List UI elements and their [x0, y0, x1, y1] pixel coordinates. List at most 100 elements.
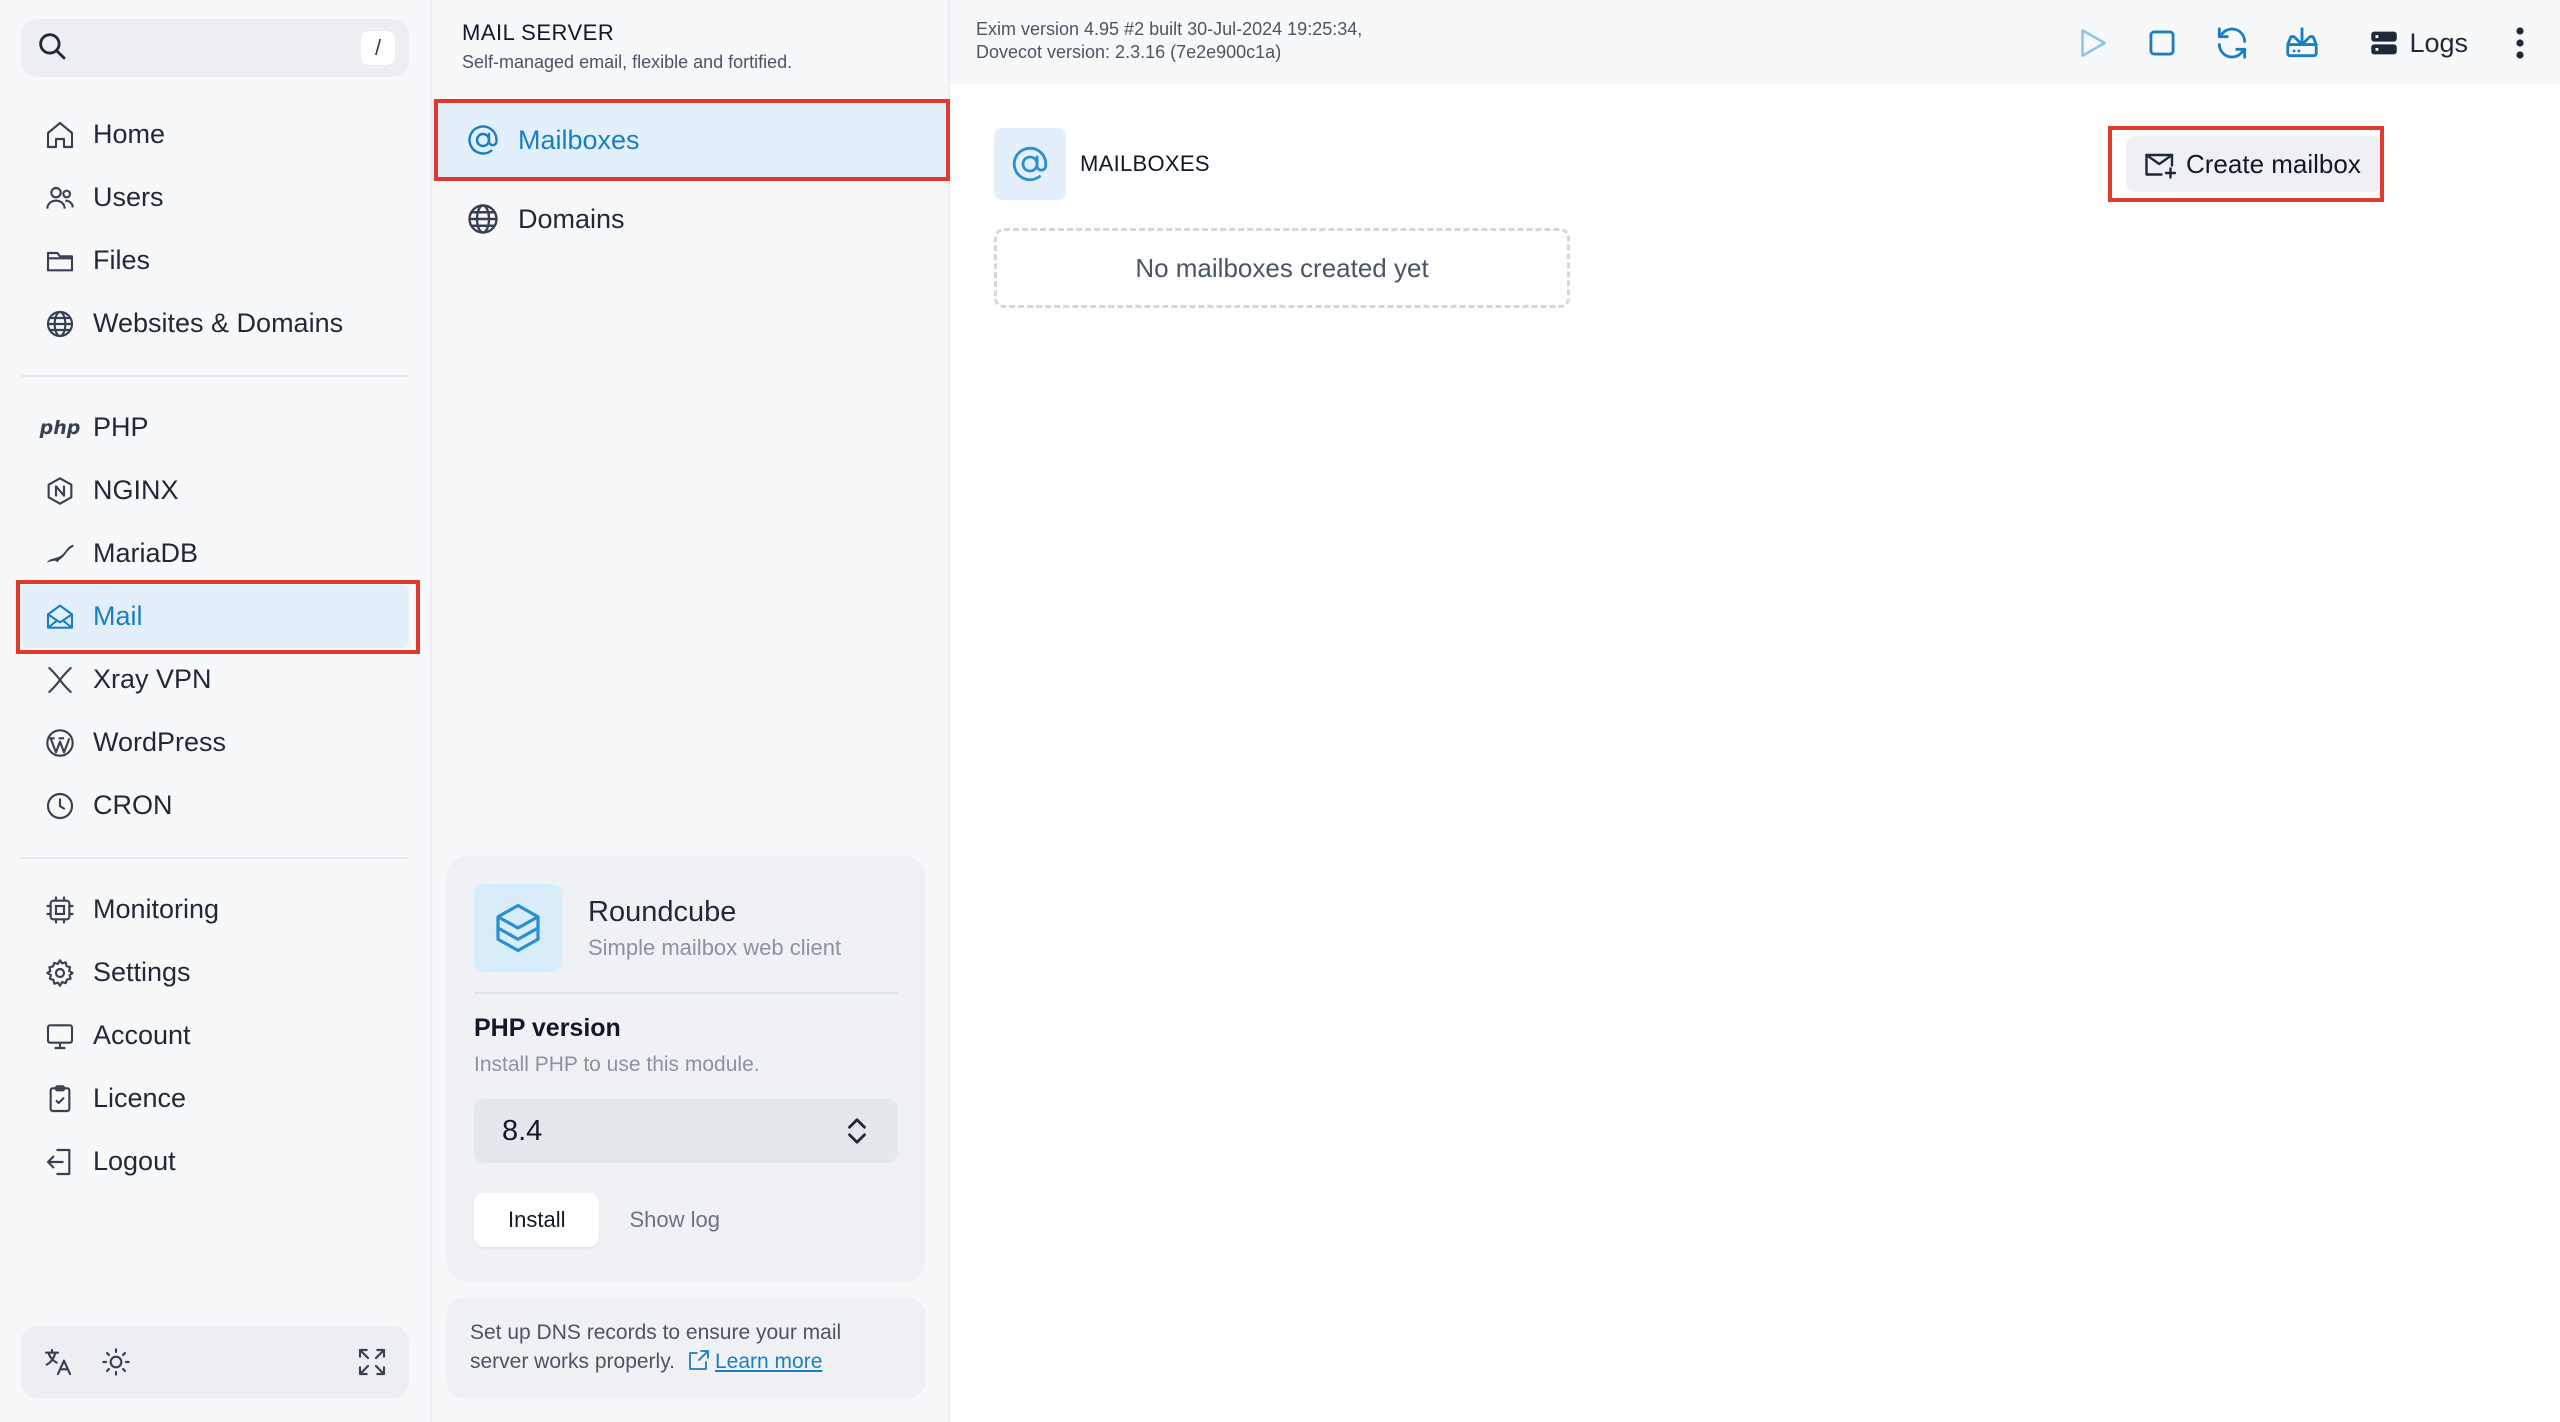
- tab-label: Domains: [518, 203, 625, 234]
- mariadb-icon: [43, 537, 77, 571]
- at-sign-icon: [994, 128, 1066, 200]
- sidebar-item-cron[interactable]: CRON: [21, 774, 409, 837]
- create-mailbox-label: Create mailbox: [2186, 148, 2361, 179]
- sidebar-item-monitoring[interactable]: Monitoring: [21, 878, 409, 941]
- chevron-updown-icon: [848, 1118, 866, 1144]
- top-bar: Exim version 4.95 #2 built 30-Jul-2024 1…: [950, 0, 2560, 84]
- sidebar-item-label: Xray VPN: [93, 664, 212, 694]
- xray-icon: [43, 663, 77, 697]
- php-version-title: PHP version: [474, 1014, 621, 1042]
- sidebar-item-nginx[interactable]: NGINX: [21, 459, 409, 522]
- sidebar-item-wordpress[interactable]: WordPress: [21, 711, 409, 774]
- tab-domains[interactable]: Domains: [432, 180, 948, 258]
- cpu-icon: [43, 893, 77, 927]
- main-content: Exim version 4.95 #2 built 30-Jul-2024 1…: [950, 0, 2560, 1422]
- nav-group-system: Monitoring Settings Account Licence Logo…: [21, 878, 409, 1193]
- gear-icon: [43, 956, 77, 990]
- globe-icon: [43, 307, 77, 341]
- logs-button[interactable]: Logs: [2367, 26, 2468, 60]
- sidebar-item-label: PHP: [93, 412, 149, 442]
- globe-icon: [464, 200, 502, 238]
- sidebar-item-users[interactable]: Users: [21, 166, 409, 229]
- dovecot-version: Dovecot version: 2.3.16 (7e2e900c1a): [976, 42, 1282, 62]
- search-icon: [35, 29, 69, 68]
- sidebar-item-label: Settings: [93, 957, 191, 987]
- sidebar-item-label: Account: [93, 1020, 191, 1050]
- logs-icon: [2371, 31, 2398, 55]
- sidebar-divider: [21, 857, 409, 859]
- sidebar-item-settings[interactable]: Settings: [21, 941, 409, 1004]
- sidebar-item-label: Files: [93, 245, 151, 275]
- top-bar-actions: Logs: [2045, 20, 2530, 66]
- search-bar[interactable]: /: [21, 19, 409, 77]
- sidebar-item-php[interactable]: php PHP: [21, 396, 409, 459]
- sidebar-item-label: Monitoring: [93, 894, 220, 924]
- exim-version: Exim version 4.95 #2 built 30-Jul-2024 1…: [976, 19, 1363, 39]
- sidebar-divider: [21, 375, 409, 377]
- mail-server-header: MAIL SERVER Self-managed email, flexible…: [462, 20, 792, 73]
- learn-more-link[interactable]: Learn more: [715, 1350, 822, 1373]
- sidebar: / Home Users Files Websites & Domains ph…: [0, 0, 432, 1422]
- mail-server-panel: MAIL SERVER Self-managed email, flexible…: [432, 0, 950, 1422]
- more-menu-icon[interactable]: [2510, 23, 2530, 63]
- restart-icon[interactable]: [2209, 20, 2255, 66]
- sidebar-item-label: Logout: [93, 1146, 176, 1176]
- sidebar-footer: [21, 1326, 409, 1398]
- roundcube-header: Roundcube Simple mailbox web client: [474, 884, 898, 994]
- empty-state: No mailboxes created yet: [994, 228, 1570, 308]
- roundcube-logo-icon: [474, 884, 562, 972]
- fullscreen-icon[interactable]: [353, 1343, 391, 1381]
- sidebar-item-label: NGINX: [93, 475, 179, 505]
- tab-mailboxes[interactable]: Mailboxes: [432, 101, 948, 179]
- home-icon: [43, 118, 77, 152]
- sidebar-item-xray-vpn[interactable]: Xray VPN: [21, 648, 409, 711]
- sidebar-item-label: Home: [93, 119, 166, 149]
- sidebar-item-licence[interactable]: Licence: [21, 1067, 409, 1130]
- sidebar-item-label: WordPress: [93, 727, 227, 757]
- show-log-button[interactable]: Show log: [629, 1207, 720, 1233]
- roundcube-actions: Install Show log: [474, 1193, 898, 1247]
- roundcube-description: Simple mailbox web client: [588, 934, 842, 960]
- clock-icon: [43, 789, 77, 823]
- app-root: / Home Users Files Websites & Domains ph…: [0, 0, 2560, 1422]
- php-version-value: 8.4: [502, 1114, 543, 1147]
- php-version-note: Install PHP to use this module.: [474, 1053, 760, 1076]
- mail-icon: [43, 600, 77, 634]
- create-mailbox-button[interactable]: Create mailbox: [2126, 136, 2382, 192]
- sidebar-item-account[interactable]: Account: [21, 1004, 409, 1067]
- nav-group-services: php PHP NGINX MariaDB Mail Xray VPN Word…: [21, 396, 409, 880]
- php-version-select[interactable]: 8.4: [474, 1099, 898, 1163]
- theme-sun-icon[interactable]: [97, 1343, 135, 1381]
- install-button[interactable]: Install: [474, 1193, 600, 1247]
- wordpress-icon: [43, 726, 77, 760]
- sidebar-item-label: MariaDB: [93, 538, 199, 568]
- php-icon: php: [39, 416, 81, 439]
- users-icon: [43, 181, 77, 215]
- download-icon[interactable]: [2279, 20, 2325, 66]
- sidebar-item-label: Users: [93, 182, 164, 212]
- clipboard-icon: [43, 1082, 77, 1116]
- sidebar-item-mariadb[interactable]: MariaDB: [21, 522, 409, 585]
- sidebar-item-home[interactable]: Home: [21, 103, 409, 166]
- translate-icon[interactable]: [39, 1343, 77, 1381]
- sidebar-item-mail[interactable]: Mail: [21, 585, 409, 648]
- sidebar-item-files[interactable]: Files: [21, 229, 409, 292]
- mail-plus-icon: [2145, 153, 2177, 179]
- mail-server-subtitle: Self-managed email, flexible and fortifi…: [462, 52, 793, 72]
- stop-icon[interactable]: [2139, 20, 2185, 66]
- play-icon[interactable]: [2069, 20, 2115, 66]
- roundcube-card: Roundcube Simple mailbox web client PHP …: [446, 856, 926, 1282]
- mailboxes-title: MAILBOXES: [1080, 151, 1210, 176]
- monitor-icon: [43, 1019, 77, 1053]
- mail-server-title: MAIL SERVER: [462, 20, 615, 45]
- tab-label: Mailboxes: [518, 124, 640, 155]
- logout-icon: [43, 1145, 77, 1179]
- dns-note-card: Set up DNS records to ensure your mail s…: [446, 1298, 926, 1398]
- logs-label: Logs: [2409, 27, 2468, 58]
- sidebar-item-logout[interactable]: Logout: [21, 1130, 409, 1193]
- sidebar-item-websites[interactable]: Websites & Domains: [21, 292, 409, 355]
- at-sign-icon: [464, 121, 502, 159]
- sidebar-item-label: Mail: [93, 601, 143, 631]
- roundcube-name: Roundcube: [588, 895, 737, 928]
- sidebar-item-label: Websites & Domains: [93, 308, 344, 338]
